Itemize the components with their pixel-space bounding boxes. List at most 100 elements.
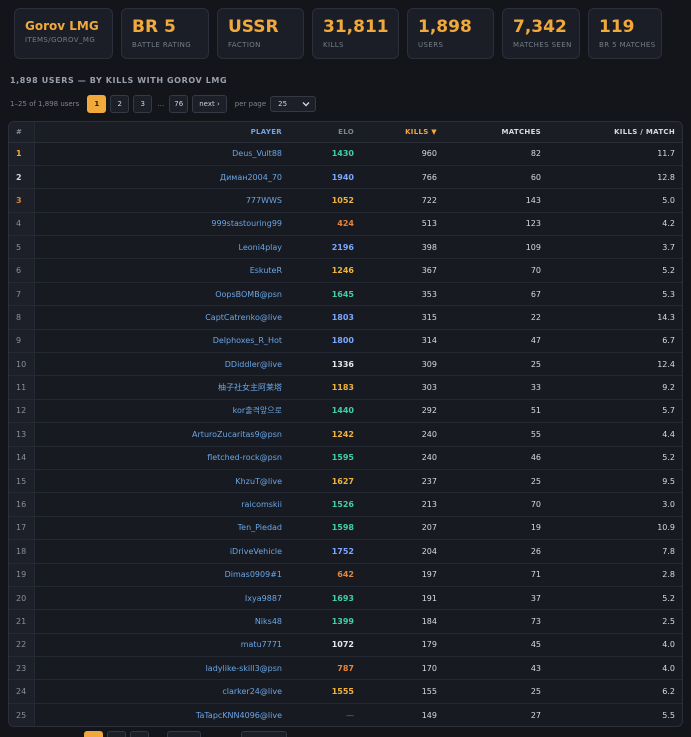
player-link[interactable]: Deus_Vult88 bbox=[34, 142, 289, 166]
player-link[interactable]: OopsBOMB@psn bbox=[34, 282, 289, 307]
player-link[interactable]: Ixya9887 bbox=[34, 586, 289, 611]
kills-cell: 197 bbox=[361, 563, 444, 587]
kills-cell: 315 bbox=[361, 305, 444, 330]
bottom-next-page-button[interactable] bbox=[167, 731, 201, 737]
matches-cell: 73 bbox=[444, 609, 548, 634]
rank-cell: 24 bbox=[9, 679, 35, 704]
matches-cell: 43 bbox=[444, 656, 548, 681]
column-header-player[interactable]: PLAYER bbox=[34, 122, 289, 143]
elo-cell: 1627 bbox=[289, 469, 361, 494]
player-link[interactable]: ArturoZucaritas9@psn bbox=[34, 422, 289, 447]
bottom-page-button-1[interactable] bbox=[84, 731, 103, 737]
player-link[interactable]: Delphoxes_R_Hot bbox=[34, 329, 289, 354]
kills-cell: 237 bbox=[361, 469, 444, 494]
rank-cell: 6 bbox=[9, 258, 35, 283]
page-button-2[interactable]: 2 bbox=[110, 95, 130, 113]
stat-label: FACTION bbox=[228, 41, 261, 49]
rank-cell: 8 bbox=[9, 305, 35, 330]
per-page-select[interactable]: 25 bbox=[270, 96, 317, 112]
kills-per-match-cell: 5.7 bbox=[548, 399, 682, 424]
player-link[interactable]: KhzuT@live bbox=[34, 469, 289, 494]
kills-cell: 179 bbox=[361, 633, 444, 658]
rank-cell: 3 bbox=[9, 188, 35, 213]
stat-label: KILLS bbox=[323, 41, 344, 49]
kills-cell: 191 bbox=[361, 586, 444, 611]
rank-cell: 20 bbox=[9, 586, 35, 611]
kills-per-match-cell: 3.0 bbox=[548, 492, 682, 517]
elo-cell: 1430 bbox=[289, 142, 361, 166]
kills-per-match-cell: 2.5 bbox=[548, 609, 682, 634]
matches-cell: 26 bbox=[444, 539, 548, 564]
elo-cell: 1803 bbox=[289, 305, 361, 330]
kills-cell: 353 bbox=[361, 282, 444, 307]
elo-cell: 1246 bbox=[289, 258, 361, 283]
player-link[interactable]: Leoni4play bbox=[34, 235, 289, 260]
column-header-kills-per-match[interactable]: KILLS / MATCH bbox=[548, 122, 682, 143]
kills-cell: 766 bbox=[361, 165, 444, 190]
player-link[interactable]: Ten_Piedad bbox=[34, 516, 289, 541]
player-link[interactable]: fletched-rock@psn bbox=[34, 446, 289, 470]
table-row: 23 ladylike-skill3@psn 787 170 43 4.0 bbox=[9, 656, 682, 681]
player-link[interactable]: clarker24@live bbox=[34, 679, 289, 704]
table-row: 8 CaptCatrenko@live 1803 315 22 14.3 bbox=[9, 305, 682, 330]
player-link[interactable]: 999stastouring99 bbox=[34, 212, 289, 237]
player-link[interactable]: kor출격앞으로 bbox=[34, 399, 289, 424]
next-page-button[interactable]: next › bbox=[192, 95, 227, 113]
bottom-page-button-3[interactable] bbox=[130, 731, 149, 737]
rank-cell: 21 bbox=[9, 609, 35, 634]
kills-per-match-cell: 14.3 bbox=[548, 305, 682, 330]
elo-cell: 1440 bbox=[289, 399, 361, 424]
column-header-elo[interactable]: ELO bbox=[289, 122, 361, 143]
table-body: 1 Deus_Vult88 1430 960 82 11.7 2 Диман2004_70 19… bbox=[9, 142, 682, 726]
player-link[interactable]: TaTapcKNN4096@live bbox=[34, 703, 289, 726]
kills-per-match-cell: 5.3 bbox=[548, 282, 682, 307]
kills-per-match-cell: 9.5 bbox=[548, 469, 682, 494]
table-row: 10 DDiddler@live 1336 309 25 12.4 bbox=[9, 352, 682, 377]
kills-per-match-cell: 5.2 bbox=[548, 446, 682, 470]
player-link[interactable]: EskuteR bbox=[34, 258, 289, 283]
kills-cell: 213 bbox=[361, 492, 444, 517]
rank-cell: 2 bbox=[9, 165, 35, 190]
bottom-page-button-2[interactable] bbox=[107, 731, 126, 737]
matches-cell: 27 bbox=[530, 710, 541, 720]
matches-cell: 109 bbox=[444, 235, 548, 260]
kills-cell: 398 bbox=[361, 235, 444, 260]
table-row: 18 iDriveVehicle 1752 204 26 7.8 bbox=[9, 539, 682, 564]
elo-cell: 1940 bbox=[289, 165, 361, 190]
player-link[interactable]: raicomskii bbox=[34, 492, 289, 517]
table-row: 2 Диман2004_70 1940 766 60 12.8 bbox=[9, 165, 682, 190]
table-row: 16 raicomskii 1526 213 70 3.0 bbox=[9, 492, 682, 517]
player-link[interactable]: Диман2004_70 bbox=[34, 165, 289, 190]
player-link[interactable]: Niks48 bbox=[34, 609, 289, 634]
kills-cell: 204 bbox=[361, 539, 444, 564]
elo-cell: 642 bbox=[289, 563, 361, 587]
kills-per-match-cell: 5.2 bbox=[548, 586, 682, 611]
elo-cell: 1598 bbox=[289, 516, 361, 541]
player-link[interactable]: CaptCatrenko@live bbox=[34, 305, 289, 330]
stat-value: 119 bbox=[599, 17, 635, 37]
player-link[interactable]: ladylike-skill3@psn bbox=[34, 656, 289, 681]
page-button-1[interactable]: 1 bbox=[87, 95, 107, 113]
bottom-per-page-select[interactable] bbox=[241, 731, 287, 737]
item-name: Gorov LMG bbox=[25, 19, 99, 33]
player-link[interactable]: Dimas0909#1 bbox=[34, 563, 289, 587]
page-button-3[interactable]: 3 bbox=[133, 95, 153, 113]
matches-cell: 47 bbox=[444, 329, 548, 354]
kills-per-match-cell: 4.4 bbox=[548, 422, 682, 447]
player-link[interactable]: DDiddler@live bbox=[34, 352, 289, 377]
column-header-matches[interactable]: MATCHES bbox=[444, 122, 548, 143]
table-row: 15 KhzuT@live 1627 237 25 9.5 bbox=[9, 469, 682, 494]
kills-per-match-cell: 2.8 bbox=[548, 563, 682, 587]
table-row: 6 EskuteR 1246 367 70 5.2 bbox=[9, 258, 682, 283]
player-link[interactable]: iDriveVehicle bbox=[34, 539, 289, 564]
stat-card-item: Gorov LMG ITEMS/GOROV_MG bbox=[14, 8, 113, 59]
stat-value: 7,342 bbox=[513, 17, 567, 37]
column-header-kills[interactable]: KILLS ▼ bbox=[361, 122, 444, 143]
player-link[interactable]: 柚子社女主阿莱塔 bbox=[34, 375, 289, 400]
page-button-last[interactable]: 76 bbox=[169, 95, 189, 113]
stat-card-matches-seen: 7,342 MATCHES SEEN bbox=[502, 8, 580, 59]
player-link[interactable]: matu7771 bbox=[34, 633, 289, 658]
player-link[interactable]: 777WWS bbox=[34, 188, 289, 213]
table-row: 22 matu7771 1072 179 45 4.0 bbox=[9, 633, 682, 658]
stat-card-faction: USSR FACTION bbox=[217, 8, 304, 59]
